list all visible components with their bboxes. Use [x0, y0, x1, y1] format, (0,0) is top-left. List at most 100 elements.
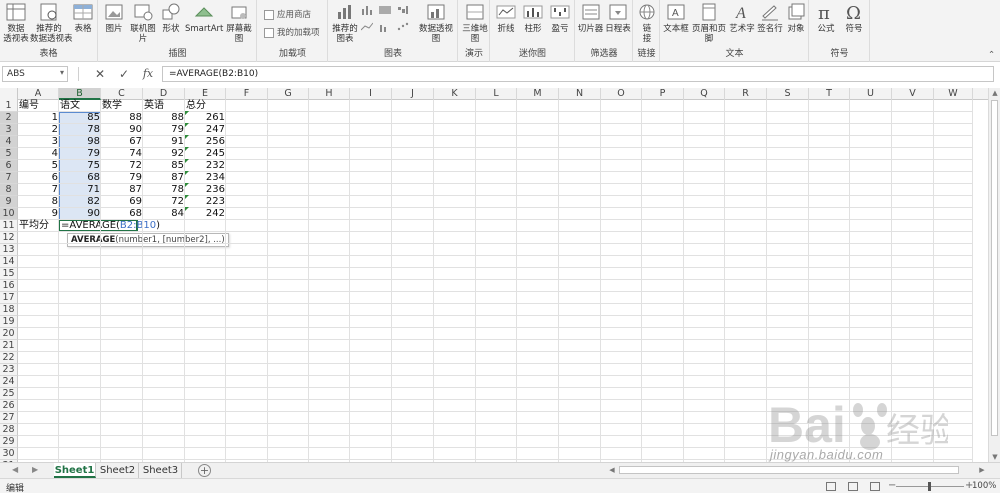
tab-sheet3[interactable]: Sheet3 — [140, 463, 182, 478]
row-header-14[interactable]: 14 — [0, 256, 18, 268]
edit-formula-text[interactable]: =AVERAGE(B2:B10) — [60, 221, 160, 231]
error-indicator-icon[interactable] — [185, 111, 189, 115]
page-layout-view-icon[interactable] — [848, 482, 858, 491]
error-indicator-icon[interactable] — [185, 207, 189, 211]
my-addins-button[interactable]: 我的加载项 — [264, 26, 320, 38]
recommended-pivot-button[interactable]: 推荐的 数据透视表 — [30, 2, 73, 44]
row-header-25[interactable]: 25 — [0, 388, 18, 400]
column-header-i[interactable]: I — [350, 88, 392, 100]
cell-c5[interactable]: 74 — [101, 148, 143, 160]
pivot-table-button[interactable]: 数据 透视表 — [2, 2, 30, 44]
cell-b7[interactable]: 68 — [59, 172, 101, 184]
header-cell-c[interactable]: 数学 — [101, 100, 143, 112]
cell-b10[interactable]: 90 — [59, 208, 101, 220]
column-header-d[interactable]: D — [143, 88, 185, 100]
3d-map-button[interactable]: 三维地 图 — [461, 2, 489, 44]
cell-c7[interactable]: 79 — [101, 172, 143, 184]
object-button[interactable]: 对象 — [784, 2, 808, 34]
row-header-12[interactable]: 12 — [0, 232, 18, 244]
horizontal-scroll-thumb[interactable] — [619, 466, 959, 474]
row-header-26[interactable]: 26 — [0, 400, 18, 412]
row-header-3[interactable]: 3 — [0, 124, 18, 136]
column-header-s[interactable]: S — [767, 88, 809, 100]
column-chart-icon[interactable] — [361, 5, 373, 15]
shapes-button[interactable]: 形状 — [159, 2, 183, 34]
header-cell-e[interactable]: 总分 — [185, 100, 226, 112]
column-header-t[interactable]: T — [809, 88, 850, 100]
cell-a8[interactable]: 7 — [18, 184, 59, 196]
cell-d7[interactable]: 87 — [143, 172, 185, 184]
add-sheet-button[interactable]: + — [198, 464, 211, 477]
row-header-4[interactable]: 4 — [0, 136, 18, 148]
cancel-icon[interactable]: ✕ — [92, 66, 108, 82]
error-indicator-icon[interactable] — [185, 171, 189, 175]
scroll-right-icon[interactable]: ▶ — [977, 466, 987, 474]
column-header-c[interactable]: C — [101, 88, 143, 100]
header-cell-d[interactable]: 英语 — [143, 100, 185, 112]
column-header-r[interactable]: R — [725, 88, 767, 100]
line-chart-icon[interactable] — [361, 22, 373, 32]
pivot-chart-button[interactable]: 数据透视图 — [415, 2, 457, 44]
horizontal-scrollbar[interactable]: ◀ ▶ — [607, 465, 987, 476]
tab-sheet1[interactable]: Sheet1 — [54, 463, 96, 478]
store-button[interactable]: 应用商店 — [264, 8, 311, 20]
column-header-f[interactable]: F — [226, 88, 268, 100]
vertical-scrollbar[interactable]: ▲ ▼ — [988, 88, 1000, 462]
cell-a5[interactable]: 4 — [18, 148, 59, 160]
online-pictures-button[interactable]: 联机图片 — [127, 2, 159, 44]
cell-a10[interactable]: 9 — [18, 208, 59, 220]
prev-sheet-icon[interactable]: ◀ — [12, 465, 18, 474]
cell-d2[interactable]: 88 — [143, 112, 185, 124]
column-header-k[interactable]: K — [434, 88, 476, 100]
row-header-10[interactable]: 10 — [0, 208, 18, 220]
tab-sheet2[interactable]: Sheet2 — [97, 463, 139, 478]
row-header-30[interactable]: 30 — [0, 448, 18, 460]
hierarchy-chart-icon[interactable] — [379, 5, 391, 15]
zoom-slider-knob[interactable] — [928, 482, 931, 491]
column-header-l[interactable]: L — [476, 88, 517, 100]
row-header-6[interactable]: 6 — [0, 160, 18, 172]
cell-c3[interactable]: 90 — [101, 124, 143, 136]
header-cell-b[interactable]: 语文 — [59, 100, 101, 112]
row-header-7[interactable]: 7 — [0, 172, 18, 184]
column-header-a[interactable]: A — [18, 88, 59, 100]
cell-d8[interactable]: 78 — [143, 184, 185, 196]
select-all-corner[interactable] — [0, 88, 18, 100]
scroll-up-icon[interactable]: ▲ — [989, 89, 1000, 97]
cell-c4[interactable]: 67 — [101, 136, 143, 148]
cell-c8[interactable]: 87 — [101, 184, 143, 196]
table-button[interactable]: 表格 — [70, 2, 96, 34]
row-header-2[interactable]: 2 — [0, 112, 18, 124]
cell-e4[interactable]: 256 — [185, 136, 226, 148]
error-indicator-icon[interactable] — [185, 147, 189, 151]
column-header-h[interactable]: H — [309, 88, 350, 100]
cell-e9[interactable]: 223 — [185, 196, 226, 208]
normal-view-icon[interactable] — [826, 482, 836, 491]
sparkline-winloss-button[interactable]: 盈亏 — [547, 2, 573, 34]
slicer-button[interactable]: 切片器 — [577, 2, 604, 34]
column-header-m[interactable]: M — [517, 88, 559, 100]
row-header-17[interactable]: 17 — [0, 292, 18, 304]
scroll-left-icon[interactable]: ◀ — [607, 466, 617, 474]
row-header-16[interactable]: 16 — [0, 280, 18, 292]
name-box[interactable]: ABS ▾ — [2, 66, 68, 82]
screenshot-button[interactable]: 屏幕截图 — [223, 2, 255, 44]
row-header-29[interactable]: 29 — [0, 436, 18, 448]
row-header-27[interactable]: 27 — [0, 412, 18, 424]
timeline-button[interactable]: 日程表 — [604, 2, 632, 34]
cell-d6[interactable]: 85 — [143, 160, 185, 172]
row-header-1[interactable]: 1 — [0, 100, 18, 112]
row-header-8[interactable]: 8 — [0, 184, 18, 196]
row-header-11[interactable]: 11 — [0, 220, 18, 232]
cell-a11[interactable]: 平均分 — [18, 220, 59, 232]
error-indicator-icon[interactable] — [185, 195, 189, 199]
column-header-u[interactable]: U — [850, 88, 892, 100]
row-header-19[interactable]: 19 — [0, 316, 18, 328]
column-header-g[interactable]: G — [268, 88, 309, 100]
cell-e5[interactable]: 245 — [185, 148, 226, 160]
row-header-18[interactable]: 18 — [0, 304, 18, 316]
column-header-e[interactable]: E — [185, 88, 226, 100]
cell-e3[interactable]: 247 — [185, 124, 226, 136]
column-header-b[interactable]: B — [59, 88, 101, 100]
cell-d3[interactable]: 79 — [143, 124, 185, 136]
